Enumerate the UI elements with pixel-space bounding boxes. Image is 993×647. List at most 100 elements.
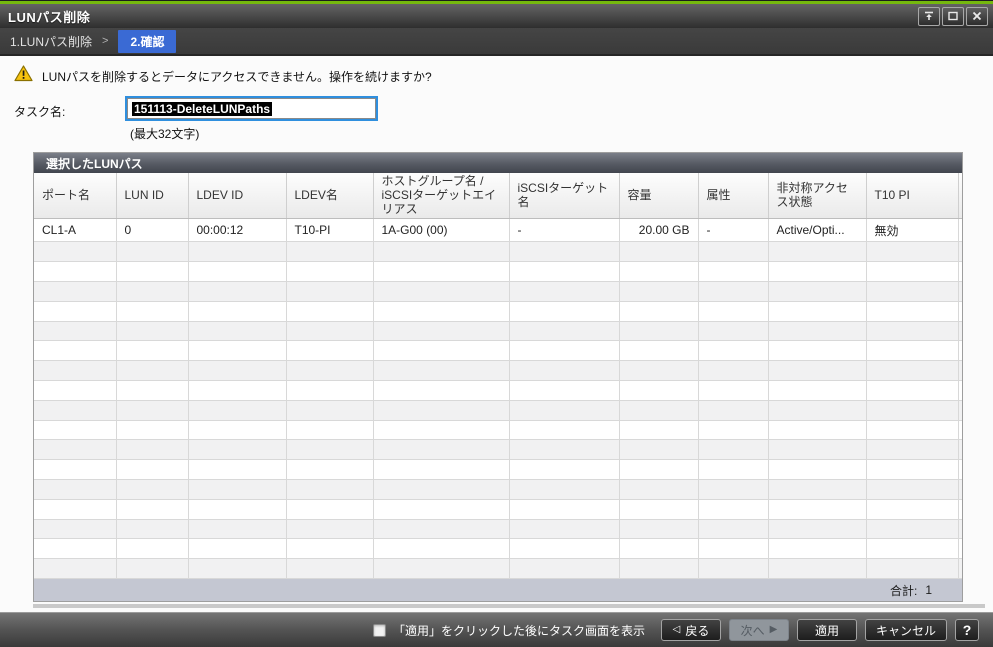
back-button-label: 戻る [685,622,709,639]
empty-cell [509,420,619,440]
dialog-content: LUNパスを削除するとデータにアクセスできません。操作を続けますか? タスク名:… [0,56,993,612]
empty-cell [116,420,188,440]
empty-cell [768,440,866,460]
column-header[interactable]: LDEV名 [286,173,373,219]
empty-cell [698,321,768,341]
empty-cell [866,262,958,282]
empty-cell [116,361,188,381]
empty-table-row [34,321,962,341]
empty-cell [768,539,866,559]
empty-cell [619,341,698,361]
empty-cell [509,519,619,539]
empty-cell [373,242,509,262]
column-header-filler [958,173,962,219]
warning-message-row: LUNパスを削除するとデータにアクセスできません。操作を続けますか? [14,65,432,87]
apply-button[interactable]: 適用 [797,619,857,641]
empty-cell [698,499,768,519]
empty-cell [698,361,768,381]
empty-cell [116,440,188,460]
next-arrow-icon: ▶ [770,625,778,635]
table-cell: 無効 [866,219,958,242]
empty-cell [619,301,698,321]
empty-cell [866,519,958,539]
maximize-button[interactable] [942,7,964,26]
task-name-input[interactable]: 151113-DeleteLUNPaths [127,98,376,119]
empty-cell [768,361,866,381]
empty-cell [619,262,698,282]
empty-cell [698,559,768,579]
table-cell: 0 [116,219,188,242]
empty-cell [509,361,619,381]
column-header[interactable]: ホストグループ名 / iSCSIターゲットエイリアス [373,173,509,219]
empty-cell [116,301,188,321]
empty-cell [188,420,286,440]
next-button[interactable]: 次へ ▶ [729,619,789,641]
empty-table-row [34,361,962,381]
empty-cell [116,559,188,579]
cancel-button[interactable]: キャンセル [865,619,947,641]
table-cell: - [509,219,619,242]
show-task-screen-checkbox[interactable] [373,624,386,637]
empty-cell [698,400,768,420]
empty-cell [698,440,768,460]
table-cell: 00:00:12 [188,219,286,242]
breadcrumb-separator: > [102,35,108,47]
empty-cell [698,460,768,480]
column-header[interactable]: T10 PI [866,173,958,219]
column-header[interactable]: LDEV ID [188,173,286,219]
table-cell: T10-PI [286,219,373,242]
float-window-button[interactable] [918,7,940,26]
show-task-screen-label[interactable]: 「適用」をクリックした後にタスク画面を表示 [393,622,645,639]
empty-cell [373,281,509,301]
column-header[interactable]: 属性 [698,173,768,219]
empty-cell [768,281,866,301]
column-header[interactable]: iSCSIターゲット名 [509,173,619,219]
empty-cell [958,420,962,440]
empty-cell [768,242,866,262]
empty-cell [188,380,286,400]
empty-cell [116,281,188,301]
empty-cell [958,341,962,361]
empty-cell [866,281,958,301]
empty-cell [188,341,286,361]
empty-cell [866,460,958,480]
content-bottom-divider [33,604,985,608]
column-header[interactable]: ポート名 [34,173,116,219]
empty-cell [286,539,373,559]
empty-cell [619,440,698,460]
empty-cell [373,559,509,579]
help-button[interactable]: ? [955,619,979,641]
empty-cell [958,479,962,499]
empty-cell [509,380,619,400]
empty-cell [188,400,286,420]
empty-cell [768,519,866,539]
empty-cell [866,321,958,341]
empty-cell [698,519,768,539]
empty-cell [619,499,698,519]
empty-cell [188,539,286,559]
empty-cell [34,301,116,321]
empty-cell [34,559,116,579]
empty-cell [866,420,958,440]
empty-cell [116,519,188,539]
back-button[interactable]: ◁ 戻る [661,619,721,641]
empty-cell [768,341,866,361]
empty-cell [866,539,958,559]
empty-cell [768,479,866,499]
column-header[interactable]: 非対称アクセス状態 [768,173,866,219]
column-header[interactable]: 容量 [619,173,698,219]
task-name-input-focus-ring: 151113-DeleteLUNPaths [125,96,378,121]
empty-cell [619,519,698,539]
empty-cell [866,380,958,400]
empty-cell [698,539,768,559]
empty-cell [698,420,768,440]
empty-table-row [34,499,962,519]
empty-cell [373,420,509,440]
empty-cell [866,361,958,381]
close-button[interactable] [966,7,988,26]
empty-cell [188,262,286,282]
empty-table-row [34,380,962,400]
total-label: 合計: [890,582,917,599]
column-header[interactable]: LUN ID [116,173,188,219]
empty-table-row [34,559,962,579]
